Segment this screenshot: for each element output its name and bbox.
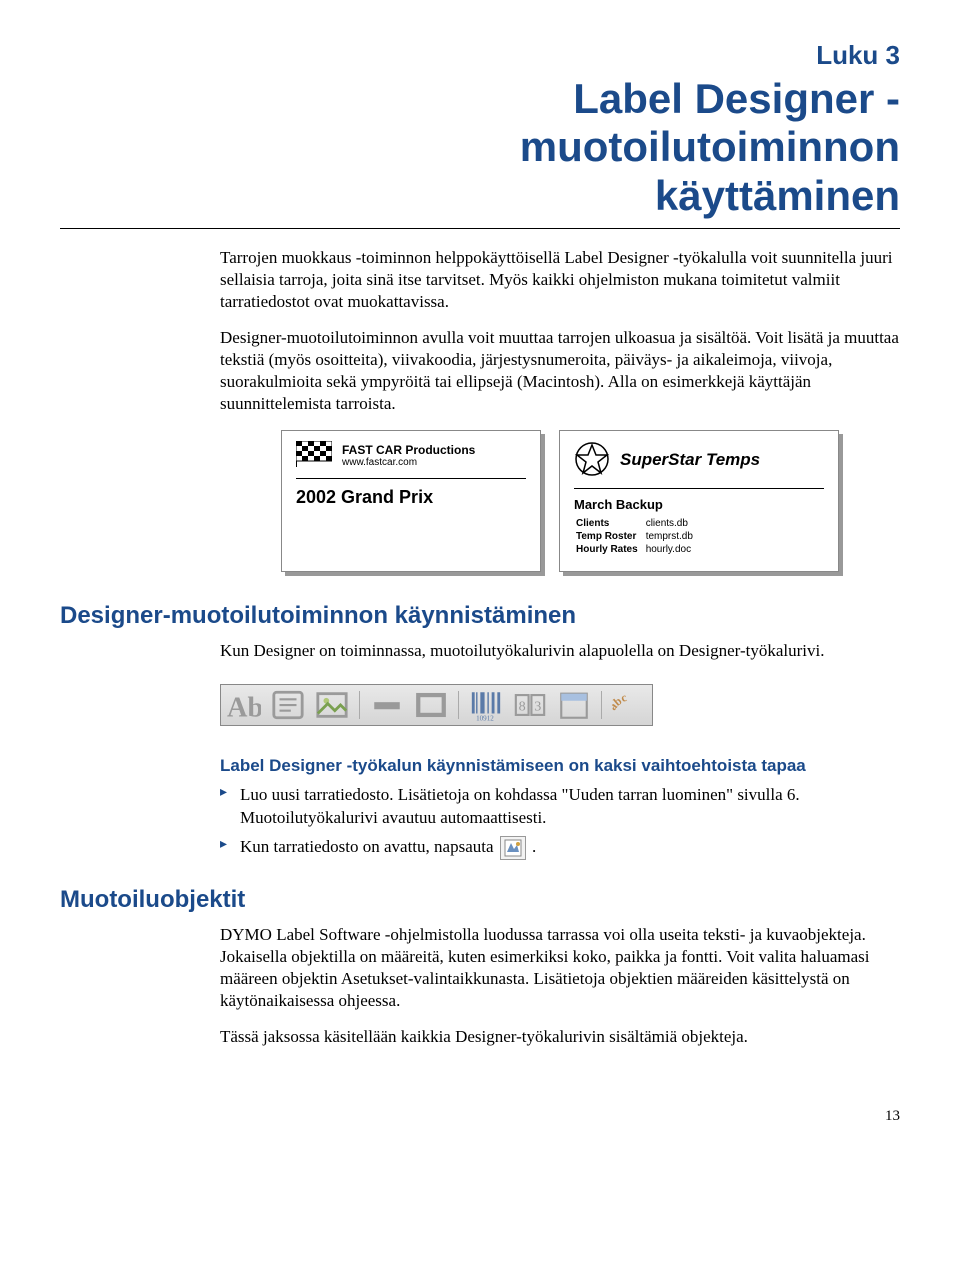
svg-text:10912: 10912 xyxy=(476,714,494,721)
toolbar-separator xyxy=(359,691,360,719)
curved-text-tool-icon[interactable]: abc xyxy=(612,688,646,722)
svg-text:Ab: Ab xyxy=(227,692,261,722)
section1-paragraph: Kun Designer on toiminnassa, muotoilutyö… xyxy=(220,640,900,662)
list-item: Luo uusi tarratiedosto. Lisätietoja on k… xyxy=(220,784,900,830)
intro-paragraph-2: Designer-muotoilutoiminnon avulla voit m… xyxy=(220,327,900,415)
page-number: 13 xyxy=(60,1108,900,1125)
section2-paragraph-2: Tässä jaksossa käsitellään kaikkia Desig… xyxy=(220,1026,900,1048)
sample-label-main: 2002 Grand Prix xyxy=(296,487,526,508)
section-heading-designer-start: Designer-muotoilutoiminnon käynnistämine… xyxy=(60,602,900,630)
toolbar-separator xyxy=(458,691,459,719)
table-row: Hourly Rateshourly.doc xyxy=(576,544,699,555)
star-icon xyxy=(574,441,610,480)
chapter-label: Luku 3 xyxy=(60,40,900,71)
designer-toggle-icon[interactable] xyxy=(500,836,526,860)
counter-tool-icon[interactable]: 83 xyxy=(513,688,547,722)
chapter-rule xyxy=(60,228,900,229)
image-tool-icon[interactable] xyxy=(315,688,349,722)
start-methods-list: Luo uusi tarratiedosto. Lisätietoja on k… xyxy=(220,784,900,860)
designer-toolbar: Ab 10912 83 abc xyxy=(220,684,653,726)
sample-label-fastcar: FAST CAR Productions www.fastcar.com 200… xyxy=(281,430,541,572)
chapter-title-line2: muotoilutoiminnon xyxy=(520,123,900,170)
datetime-tool-icon[interactable] xyxy=(557,688,591,722)
sample-label2-table: Clientsclients.db Temp Rostertemprst.db … xyxy=(574,516,701,557)
table-row: Clientsclients.db xyxy=(576,518,699,529)
sample-label2-sub: March Backup xyxy=(574,497,824,512)
section2-paragraph-1: DYMO Label Software -ohjelmistolla luodu… xyxy=(220,924,900,1012)
svg-text:8: 8 xyxy=(519,698,526,714)
toolbar-separator xyxy=(601,691,602,719)
chapter-title-line3: käyttäminen xyxy=(655,172,900,219)
chapter-title: Label Designer - muotoilutoiminnon käytt… xyxy=(60,75,900,220)
intro-paragraph-1: Tarrojen muokkaus -toiminnon helppokäytt… xyxy=(220,247,900,313)
list-item: Kun tarratiedosto on avattu, napsauta . xyxy=(220,836,900,860)
checkered-flag-icon xyxy=(296,441,332,470)
sample-label-superstar: SuperStar Temps March Backup Clientsclie… xyxy=(559,430,839,572)
svg-text:abc: abc xyxy=(612,692,629,713)
table-row: Temp Rostertemprst.db xyxy=(576,531,699,542)
rectangle-tool-icon[interactable] xyxy=(414,688,448,722)
barcode-tool-icon[interactable]: 10912 xyxy=(469,688,503,722)
section1-subheading: Label Designer -työkalun käynnistämiseen… xyxy=(220,756,900,776)
list-item-text-b: . xyxy=(532,837,536,856)
address-tool-icon[interactable] xyxy=(271,688,305,722)
list-item-text-a: Kun tarratiedosto on avattu, napsauta xyxy=(240,837,498,856)
svg-text:3: 3 xyxy=(534,698,541,714)
chapter-title-line1: Label Designer - xyxy=(573,75,900,122)
sample-label-company: FAST CAR Productions xyxy=(342,443,475,457)
sample-label2-company: SuperStar Temps xyxy=(620,450,760,470)
sample-label-url: www.fastcar.com xyxy=(342,457,475,468)
text-tool-icon[interactable]: Ab xyxy=(227,688,261,722)
sample-labels-row: FAST CAR Productions www.fastcar.com 200… xyxy=(220,430,900,572)
line-tool-icon[interactable] xyxy=(370,688,404,722)
section-heading-objects: Muotoiluobjektit xyxy=(60,886,900,914)
